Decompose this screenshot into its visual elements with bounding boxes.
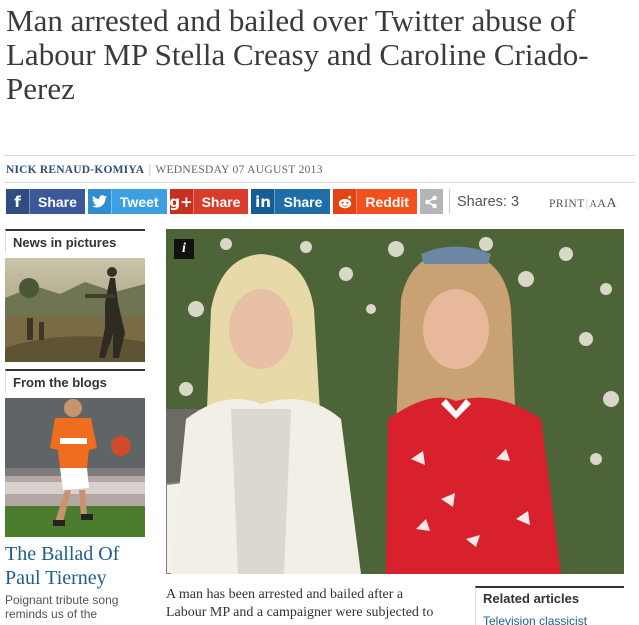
body-line: Labour MP and a campaigner were subjecte… [166,605,434,620]
sidebar: News in pictures From the blogs The Ball… [5,229,145,621]
article-tools: PRINT|AAA [549,196,617,212]
linkedin-icon: in [251,189,275,214]
divider [4,182,635,183]
byline-separator: | [148,164,152,176]
more-share-button[interactable] [419,189,443,214]
news-in-pictures-heading[interactable]: News in pictures [5,229,145,253]
share-label: Share [29,189,85,214]
share-bar: f Share Tweet g+ Share in Share Reddit S… [6,189,519,214]
tweet-label: Tweet [110,189,167,214]
share-label: Share [192,189,249,214]
facebook-share-button[interactable]: f Share [6,189,85,214]
linkedin-share-button[interactable]: in Share [251,189,331,214]
text-size-large[interactable]: A [606,196,617,211]
blog-description: Poignant tribute song reminds us of the [5,593,119,621]
print-link[interactable]: PRINT [549,198,585,210]
news-in-pictures-image[interactable] [5,258,145,362]
info-icon[interactable]: i [174,239,194,259]
blog-image[interactable] [5,398,145,537]
share-label: Share [274,189,330,214]
divider [4,155,635,156]
article-photo: i [166,229,624,574]
tools-separator: | [585,198,589,210]
blog-title-link[interactable]: The Ballad Of Paul Tierney [5,542,145,590]
reddit-share-button[interactable]: Reddit [333,189,417,214]
related-articles-heading: Related articles [483,591,580,606]
related-articles: Related articles Television classicist [475,586,624,625]
author-link[interactable]: NICK RENAUD-KOMIYA [6,164,144,176]
share-count: Shares: 3 [448,189,519,214]
googleplus-share-button[interactable]: g+ Share [169,189,249,214]
reddit-label: Reddit [356,189,417,214]
twitter-icon [87,189,111,214]
reddit-icon [333,189,357,214]
twitter-share-button[interactable]: Tweet [87,189,167,214]
from-the-blogs-heading[interactable]: From the blogs [5,369,145,393]
article-body: A man has been arrested and bailed after… [166,586,466,622]
body-line: A man has been arrested and bailed after… [166,587,404,602]
facebook-icon: f [6,189,29,214]
share-more-icon [425,195,438,208]
googleplus-icon: g+ [169,189,193,214]
publish-date: WEDNESDAY 07 AUGUST 2013 [155,164,323,176]
related-article-link[interactable]: Television classicist [483,614,624,625]
article-headline: Man arrested and bailed over Twitter abu… [6,3,589,106]
byline: NICK RENAUD-KOMIYA | WEDNESDAY 07 AUGUST 2… [6,164,323,176]
